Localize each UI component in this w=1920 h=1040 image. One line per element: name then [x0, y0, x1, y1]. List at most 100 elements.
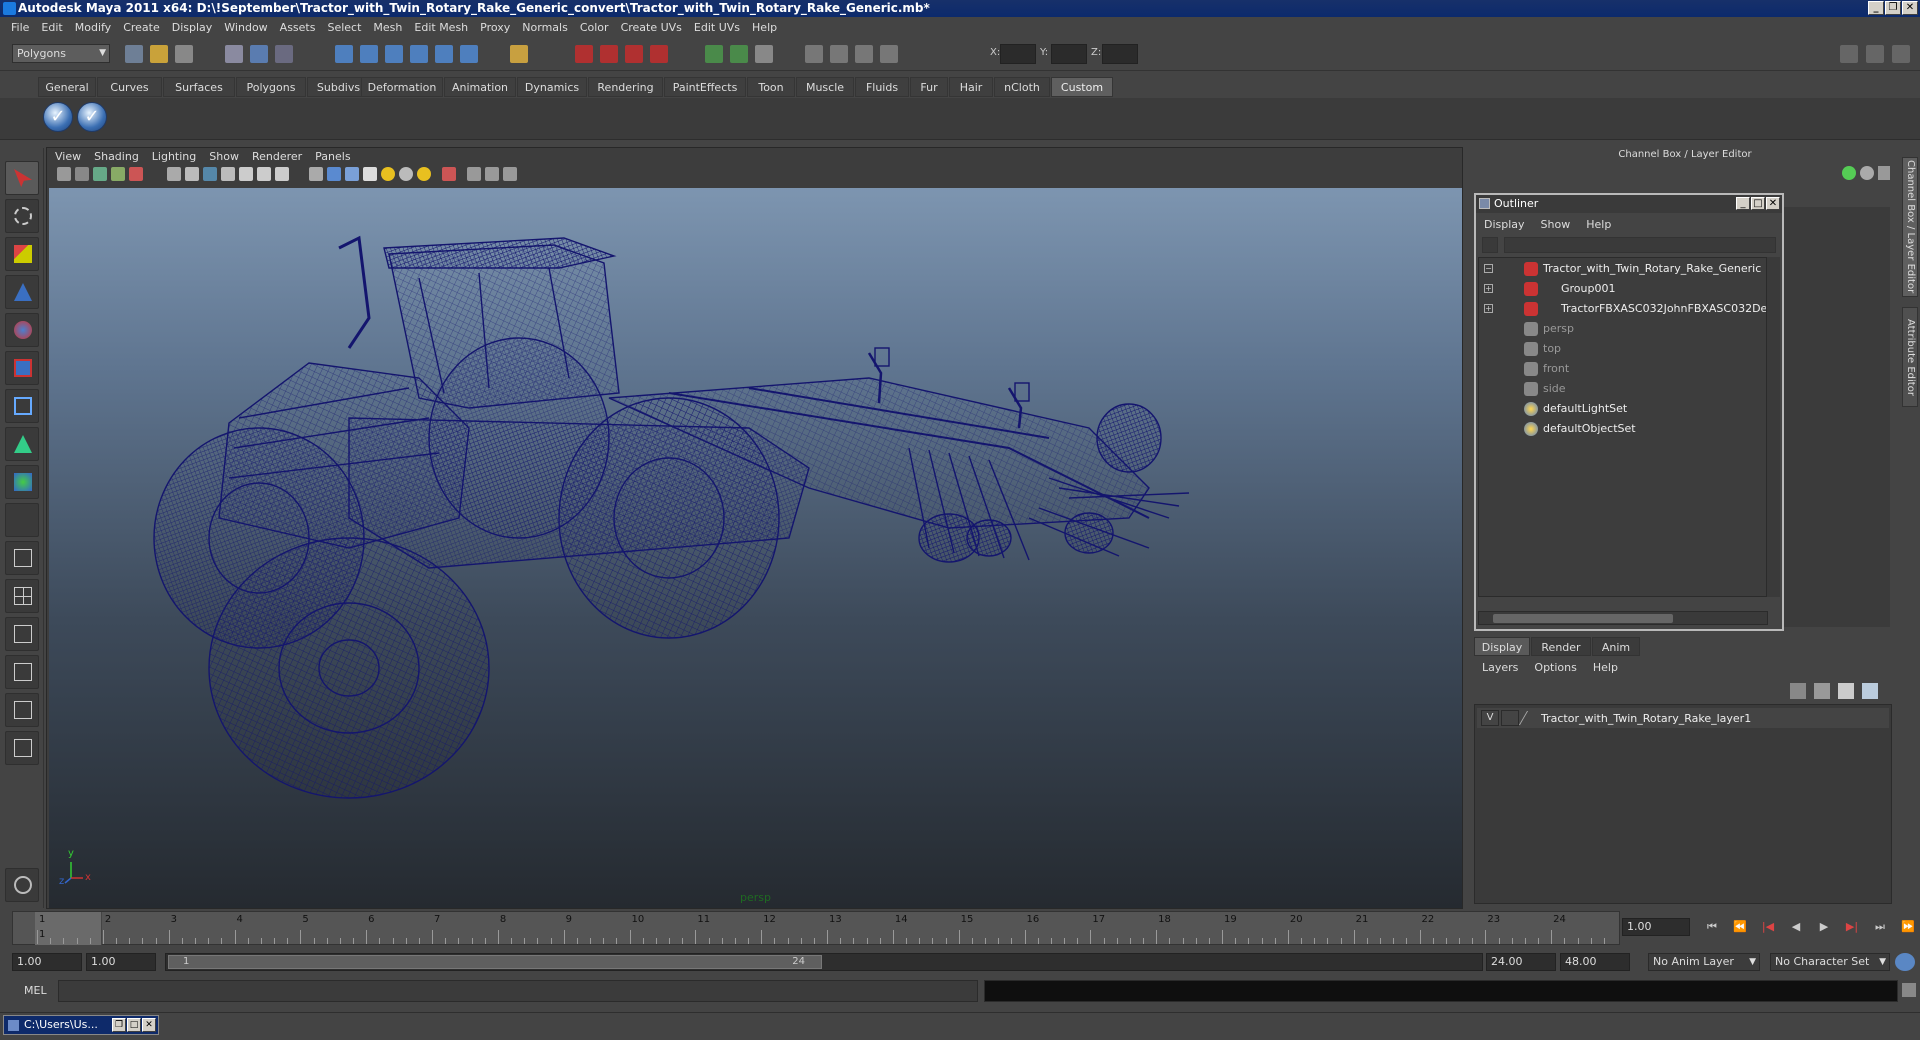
- transform-field-icon[interactable]: [880, 45, 898, 63]
- menu-set-selector[interactable]: Polygons ▼: [12, 44, 110, 63]
- shelf-tab-fluids[interactable]: Fluids: [855, 77, 909, 97]
- layer-row[interactable]: V Tractor_with_Twin_Rotary_Rake_layer1: [1477, 708, 1889, 728]
- menu-display[interactable]: Display: [167, 21, 220, 34]
- viewport-menu-panels[interactable]: Panels: [315, 150, 350, 163]
- auto-key-icon[interactable]: [1895, 953, 1915, 971]
- layout-toggle-icon[interactable]: [1840, 45, 1858, 63]
- viewport-menu-view[interactable]: View: [55, 150, 81, 163]
- snap-view-plane-icon[interactable]: [410, 45, 428, 63]
- layer-menu-help[interactable]: Help: [1593, 661, 1618, 674]
- lighting-default-icon[interactable]: [381, 167, 395, 181]
- mel-language-toggle[interactable]: MEL: [24, 984, 47, 997]
- select-object-icon[interactable]: [250, 45, 268, 63]
- menu-modify[interactable]: Modify: [70, 21, 118, 34]
- go-to-end-button[interactable]: ⏩: [1899, 920, 1917, 936]
- render-frame-icon[interactable]: [575, 45, 593, 63]
- input-line-icon[interactable]: [705, 45, 723, 63]
- playback-end-field[interactable]: 24.00: [1486, 953, 1556, 971]
- new-scene-icon[interactable]: [125, 45, 143, 63]
- shelf-tab-fur[interactable]: Fur: [910, 77, 948, 97]
- outliner-item[interactable]: persp: [1479, 319, 1767, 339]
- step-back-key-button[interactable]: ⏪: [1731, 920, 1749, 936]
- last-tool[interactable]: [5, 503, 39, 537]
- open-scene-icon[interactable]: [150, 45, 168, 63]
- layer-visibility-toggle[interactable]: V: [1481, 710, 1499, 726]
- animation-end-field[interactable]: 48.00: [1560, 953, 1630, 971]
- scroll-thumb[interactable]: [1493, 614, 1673, 623]
- collapse-icon[interactable]: −: [1484, 264, 1493, 273]
- shelf-tab-deformation[interactable]: Deformation: [361, 77, 443, 97]
- layout-persp-graph-outliner[interactable]: [5, 731, 39, 765]
- viewport-menu-lighting[interactable]: Lighting: [152, 150, 196, 163]
- sidebar-toggle-icon[interactable]: [730, 45, 748, 63]
- maximize-button[interactable]: □: [127, 1018, 141, 1032]
- step-forward-key-button[interactable]: ⏭: [1871, 920, 1889, 936]
- outliner-horizontal-scrollbar[interactable]: [1478, 611, 1768, 625]
- outliner-icon[interactable]: [855, 45, 873, 63]
- anim-layer-dropdown[interactable]: No Anim Layer ▼: [1648, 953, 1760, 971]
- menu-color[interactable]: Color: [575, 21, 616, 34]
- attribute-editor-icon[interactable]: [805, 45, 823, 63]
- outliner-titlebar[interactable]: Outliner _ □ ✕: [1476, 195, 1782, 213]
- menu-assets[interactable]: Assets: [275, 21, 323, 34]
- step-forward-frame-button[interactable]: ▶|: [1843, 920, 1861, 936]
- show-manipulator-tool[interactable]: [5, 465, 39, 499]
- shelf-tab-ncloth[interactable]: nCloth: [994, 77, 1050, 97]
- shelf-tab-animation[interactable]: Animation: [444, 77, 516, 97]
- shelf-tab-toon[interactable]: Toon: [747, 77, 795, 97]
- tool-settings-layout-icon[interactable]: [1892, 45, 1910, 63]
- channel-box-toggle-icon[interactable]: [755, 45, 773, 63]
- shelf-tab-curves[interactable]: Curves: [97, 77, 162, 97]
- outliner-close-button[interactable]: ✕: [1766, 197, 1780, 210]
- outliner-item[interactable]: top: [1479, 339, 1767, 359]
- outliner-maximize-button[interactable]: □: [1751, 197, 1765, 210]
- menu-file[interactable]: File: [6, 21, 36, 34]
- viewport-menu-renderer[interactable]: Renderer: [252, 150, 302, 163]
- menu-edit[interactable]: Edit: [36, 21, 69, 34]
- outliner-item[interactable]: + TractorFBXASC032JohnFBXASC032Deer: [1479, 299, 1779, 319]
- select-component-icon[interactable]: [275, 45, 293, 63]
- new-layer-from-selection-icon[interactable]: [1862, 683, 1878, 699]
- shelf-tab-painteffects[interactable]: PaintEffects: [664, 77, 746, 97]
- channel-box-layout-icon[interactable]: [1866, 45, 1884, 63]
- smooth-shade-icon[interactable]: [327, 167, 341, 181]
- animation-start-field[interactable]: 1.00: [12, 953, 82, 971]
- layout-outliner-persp[interactable]: [5, 617, 39, 651]
- minimized-window[interactable]: C:\Users\Us... ❐ □ ✕: [3, 1015, 159, 1035]
- character-set-dropdown[interactable]: No Character Set ▼: [1770, 953, 1890, 971]
- lasso-tool[interactable]: [5, 199, 39, 233]
- rotate-tool[interactable]: [5, 313, 39, 347]
- outliner-item[interactable]: + Group001: [1479, 279, 1767, 299]
- layer-tab-render[interactable]: Render: [1531, 637, 1591, 656]
- safe-title-icon[interactable]: [275, 167, 289, 181]
- paint-select-tool[interactable]: [5, 237, 39, 271]
- shelf-tab-rendering[interactable]: Rendering: [588, 77, 663, 97]
- layer-tab-anim[interactable]: Anim: [1592, 637, 1640, 656]
- move-tool[interactable]: [5, 275, 39, 309]
- soft-modification-tool[interactable]: [5, 427, 39, 461]
- coord-z-field[interactable]: [1102, 44, 1138, 64]
- shelf-tab-surfaces[interactable]: Surfaces: [163, 77, 235, 97]
- shelf-check-button-1[interactable]: ✓: [43, 102, 73, 132]
- layer-color-swatch[interactable]: [1518, 711, 1540, 725]
- range-slider-thumb[interactable]: 1 24: [168, 955, 822, 969]
- lighting-all-icon[interactable]: [399, 167, 413, 181]
- expand-icon[interactable]: +: [1484, 304, 1493, 313]
- wireframe-on-shaded-icon[interactable]: [345, 167, 359, 181]
- shelf-check-button-2[interactable]: ✓: [77, 102, 107, 132]
- menu-help[interactable]: Help: [747, 21, 784, 34]
- playback-start-field[interactable]: 1.00: [86, 953, 156, 971]
- outliner-item[interactable]: − Tractor_with_Twin_Rotary_Rake_Generic: [1479, 259, 1767, 279]
- shelf-tab-dynamics[interactable]: Dynamics: [517, 77, 587, 97]
- coord-y-field[interactable]: [1051, 44, 1087, 64]
- hypershade-icon[interactable]: [650, 45, 668, 63]
- mel-command-input[interactable]: [58, 980, 978, 1002]
- pin-icon[interactable]: [1878, 166, 1890, 180]
- layout-single-pane[interactable]: [5, 541, 39, 575]
- viewport-canvas[interactable]: y x z persp: [49, 188, 1462, 908]
- side-tab-attribute-editor[interactable]: Attribute Editor: [1902, 307, 1918, 407]
- history-icon[interactable]: [460, 45, 478, 63]
- layer-tab-display[interactable]: Display: [1474, 637, 1530, 656]
- close-button[interactable]: ✕: [1902, 1, 1918, 15]
- viewport-menu-shading[interactable]: Shading: [94, 150, 139, 163]
